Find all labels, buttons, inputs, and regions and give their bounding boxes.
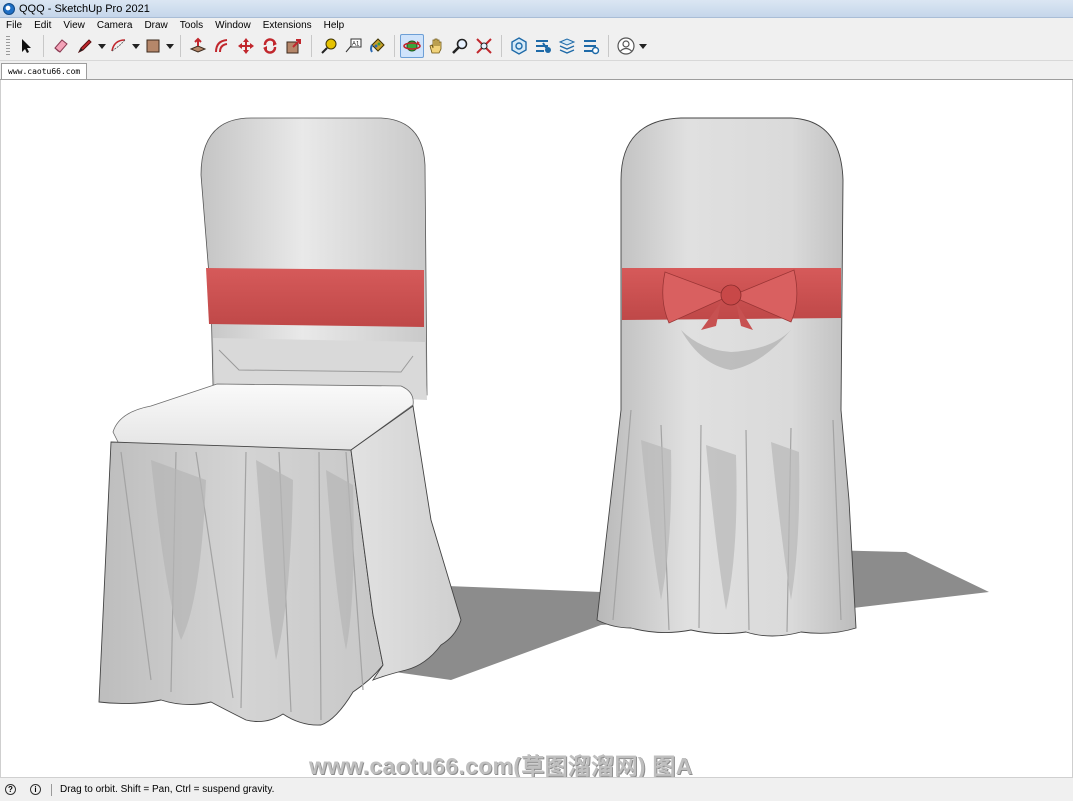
move-tool-button[interactable]	[234, 34, 258, 58]
toolbar-grip[interactable]	[6, 36, 10, 56]
select-tool-icon	[22, 39, 31, 53]
status-separator	[51, 783, 52, 796]
paint-bucket-tool-button[interactable]	[365, 34, 389, 58]
arc-tool-icon	[111, 39, 126, 52]
menu-extensions[interactable]: Extensions	[257, 20, 318, 31]
arc-tool-dropdown[interactable]	[131, 34, 141, 58]
toolbar-separator	[501, 35, 502, 57]
pan-tool-button[interactable]	[424, 34, 448, 58]
scale-tool-button[interactable]	[282, 34, 306, 58]
menu-file[interactable]: File	[0, 20, 28, 31]
layout-send-icon	[558, 38, 576, 54]
select-tool-button[interactable]	[14, 34, 38, 58]
menu-edit[interactable]: Edit	[28, 20, 57, 31]
paint-bucket-tool-icon	[370, 38, 385, 53]
menu-draw[interactable]: Draw	[138, 20, 173, 31]
push-pull-tool-icon	[189, 37, 207, 53]
account-dropdown[interactable]	[638, 34, 648, 58]
extension-warehouse-icon	[536, 40, 551, 53]
main-toolbar: A1	[0, 32, 1073, 61]
chair-left[interactable]	[98, 117, 462, 726]
model-scene[interactable]	[1, 80, 1072, 777]
info-icon[interactable]: i	[30, 784, 41, 795]
offset-tool-button[interactable]	[210, 34, 234, 58]
scale-tool-icon	[286, 39, 301, 54]
status-message: Drag to orbit. Shift = Pan, Ctrl = suspe…	[60, 784, 275, 795]
menu-window[interactable]: Window	[209, 20, 257, 31]
tape-measure-tool-icon	[321, 38, 337, 54]
pan-tool-icon	[429, 38, 442, 54]
text-tool-icon: A1	[345, 38, 362, 53]
arc-tool-button[interactable]	[107, 34, 131, 58]
move-tool-icon	[238, 38, 254, 54]
toolbar-separator	[43, 35, 44, 57]
rectangle-tool-button[interactable]	[141, 34, 165, 58]
menu-help[interactable]: Help	[318, 20, 351, 31]
text-tool-button[interactable]: A1	[341, 34, 365, 58]
line-tool-icon	[77, 39, 92, 54]
extension-manager-button[interactable]	[579, 34, 603, 58]
line-tool-dropdown[interactable]	[97, 34, 107, 58]
title-bar: QQQ - SketchUp Pro 2021	[0, 0, 1073, 18]
chair-left-sash	[206, 268, 424, 327]
offset-tool-icon	[215, 39, 228, 53]
orbit-tool-button[interactable]	[400, 34, 424, 58]
window-title: QQQ - SketchUp Pro 2021	[19, 2, 150, 15]
sketchup-app-icon	[3, 2, 15, 15]
rotate-tool-icon	[263, 38, 277, 54]
warehouse-icon	[511, 37, 527, 55]
toolbar-separator	[394, 35, 395, 57]
warehouse-button[interactable]	[507, 34, 531, 58]
toolbar-separator	[311, 35, 312, 57]
account-icon	[617, 37, 635, 55]
scene-tab[interactable]: www.caotu66.com	[1, 63, 88, 79]
zoom-extents-tool-icon	[476, 38, 492, 54]
scene-tab-bar: www.caotu66.com	[0, 61, 1073, 80]
menu-camera[interactable]: Camera	[91, 20, 139, 31]
status-bar: ? i Drag to orbit. Shift = Pan, Ctrl = s…	[0, 777, 1073, 801]
eraser-tool-button[interactable]	[49, 34, 73, 58]
chair-right-bow-knot	[720, 284, 742, 306]
toolbar-separator	[180, 35, 181, 57]
eraser-tool-icon	[54, 39, 68, 53]
layout-send-button[interactable]	[555, 34, 579, 58]
toolbar-separator	[608, 35, 609, 57]
menu-bar: File Edit View Camera Draw Tools Window …	[0, 18, 1073, 32]
push-pull-tool-button[interactable]	[186, 34, 210, 58]
menu-tools[interactable]: Tools	[174, 20, 209, 31]
extension-manager-icon	[584, 40, 600, 55]
extension-warehouse-button[interactable]	[531, 34, 555, 58]
account-button[interactable]	[614, 34, 638, 58]
orbit-tool-icon	[403, 40, 421, 52]
tape-measure-tool-button[interactable]	[317, 34, 341, 58]
help-icon[interactable]: ?	[5, 784, 16, 795]
zoom-tool-icon	[452, 38, 468, 54]
rectangle-tool-icon	[146, 39, 160, 53]
drawing-viewport[interactable]: www.caotu66.com(草图溜溜网) 图A	[0, 80, 1073, 779]
rotate-tool-button[interactable]	[258, 34, 282, 58]
shape-tool-dropdown[interactable]	[165, 34, 175, 58]
line-tool-button[interactable]	[73, 34, 97, 58]
svg-text:A1: A1	[352, 42, 360, 48]
menu-view[interactable]: View	[57, 20, 91, 31]
watermark-text: www.caotu66.com(草图溜溜网) 图A	[309, 753, 693, 779]
chair-right[interactable]	[596, 117, 857, 637]
zoom-tool-button[interactable]	[448, 34, 472, 58]
zoom-extents-tool-button[interactable]	[472, 34, 496, 58]
